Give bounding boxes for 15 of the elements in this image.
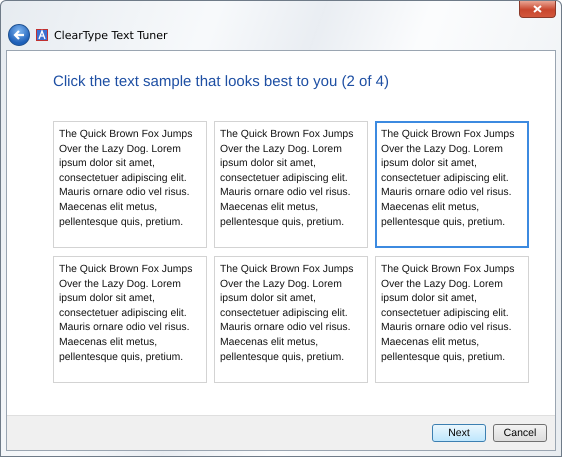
back-button[interactable] [8,24,30,46]
text-sample[interactable]: The Quick Brown Fox Jumps Over the Lazy Dog. Lorem ipsum dolor sit amet, consectetuer adipiscing elit. Mauris ornare odio vel risus. Maecenas elit metus, pellentesque quis, pretium. [375,121,529,248]
close-icon [533,5,542,13]
close-button[interactable] [519,1,556,18]
text-sample[interactable]: The Quick Brown Fox Jumps Over the Lazy Dog. Lorem ipsum dolor sit amet, consectetuer adipiscing elit. Mauris ornare odio vel risus. Maecenas elit metus, pellentesque quis, pretium. [214,256,368,383]
instruction-heading: Click the text sample that looks best to you (2 of 4) [53,73,390,90]
text-sample[interactable]: The Quick Brown Fox Jumps Over the Lazy Dog. Lorem ipsum dolor sit amet, consectetuer adipiscing elit. Mauris ornare odio vel risus. Maecenas elit metus, pellentesque quis, pretium. [53,256,207,383]
text-sample[interactable]: The Quick Brown Fox Jumps Over the Lazy Dog. Lorem ipsum dolor sit amet, consectetuer adipiscing elit. Mauris ornare odio vel risus. Maecenas elit metus, pellentesque quis, pretium. [214,121,368,248]
next-button[interactable]: Next [432,424,486,442]
back-arrow-icon [13,30,25,40]
app-icon [36,29,48,41]
text-sample[interactable]: The Quick Brown Fox Jumps Over the Lazy Dog. Lorem ipsum dolor sit amet, consectetuer adipiscing elit. Mauris ornare odio vel risus. Maecenas elit metus, pellentesque quis, pretium. [375,256,529,383]
text-sample[interactable]: The Quick Brown Fox Jumps Over the Lazy Dog. Lorem ipsum dolor sit amet, consectetuer adipiscing elit. Mauris ornare odio vel risus. Maecenas elit metus, pellentesque quis, pretium. [53,121,207,248]
cancel-button[interactable]: Cancel [493,424,547,442]
window-title: ClearType Text Tuner [54,28,168,42]
